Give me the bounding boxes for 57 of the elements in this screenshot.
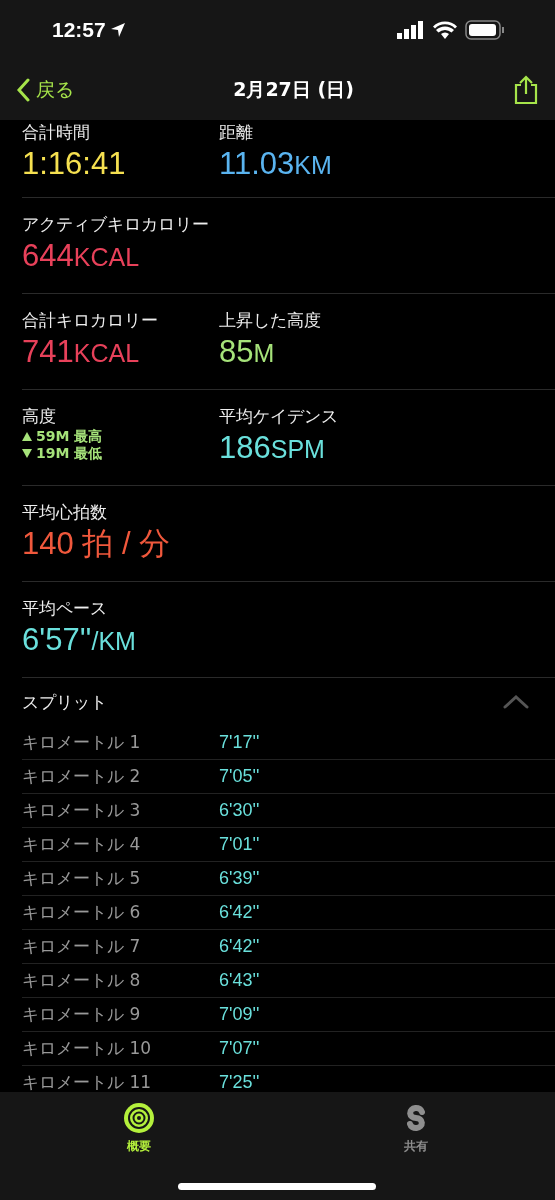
down-triangle-icon — [22, 449, 32, 458]
tab[interactable]: 概要 — [0, 1092, 278, 1162]
max-reading: 59M 最高 — [36, 428, 103, 445]
tab[interactable]: 共有 — [277, 1092, 555, 1162]
back-button[interactable]: 戻る — [16, 77, 74, 103]
split-label: キロメートル 11 — [22, 1071, 153, 1092]
split-pace: 7'07'' — [219, 1038, 260, 1059]
location-arrow-icon — [109, 22, 126, 38]
wifi-icon — [433, 21, 457, 39]
split-pace: 7'05'' — [219, 766, 260, 787]
split-pace: 6'42'' — [219, 936, 260, 957]
metric-value: 140 拍 / 分 — [22, 525, 172, 563]
up-triangle-icon — [22, 432, 32, 441]
metric-value: 85M — [219, 333, 276, 371]
battery-icon — [465, 20, 505, 40]
chevron-left-icon — [16, 78, 30, 102]
split-pace: 7'25'' — [219, 1072, 260, 1092]
chevron-up-icon[interactable] — [503, 695, 529, 709]
split-pace: 6'39'' — [219, 868, 260, 889]
section-title: スプリット — [22, 691, 107, 714]
metric-value: 1:16:41 — [22, 145, 127, 183]
share-icon[interactable] — [513, 75, 539, 105]
metric-label: 合計時間 — [22, 121, 91, 144]
metric-label: 高度 — [22, 405, 57, 428]
signal-icon — [397, 21, 425, 39]
split-pace: 6'42'' — [219, 902, 260, 923]
split-pace: 6'43'' — [219, 970, 260, 991]
split-label: キロメートル 1 — [22, 731, 142, 754]
metric-value: 6'57''/KM — [22, 621, 137, 659]
rings-icon — [122, 1102, 155, 1134]
metric-value: 11.03KM — [219, 145, 333, 183]
split-pace: 6'30'' — [219, 800, 260, 821]
split-label: キロメートル 3 — [22, 799, 142, 822]
split-pace: 7'09'' — [219, 1004, 260, 1025]
metric-label: 平均ペース — [22, 597, 108, 620]
metric-label: 合計キロカロリー — [22, 309, 159, 332]
metric-value: 741KCAL — [22, 333, 141, 371]
split-label: キロメートル 2 — [22, 765, 142, 788]
split-label: キロメートル 8 — [22, 969, 142, 992]
metric-label: 平均ケイデンス — [219, 405, 339, 428]
split-label: キロメートル 4 — [22, 833, 142, 856]
metric-value: 644KCAL — [22, 237, 141, 275]
metric-label: アクティブキロカロリー — [22, 213, 210, 236]
split-pace: 7'17'' — [219, 732, 260, 753]
metric-label: 距離 — [219, 121, 254, 144]
min-reading: 19M 最低 — [36, 445, 103, 462]
split-label: キロメートル 6 — [22, 901, 142, 924]
split-pace: 7'01'' — [219, 834, 260, 855]
status-time: 12:57 — [52, 18, 106, 42]
split-label: キロメートル 10 — [22, 1037, 153, 1060]
nav-title: 2月27日 (日) — [233, 77, 354, 102]
split-label: キロメートル 9 — [22, 1003, 142, 1026]
split-label: キロメートル 5 — [22, 867, 142, 890]
metric-value: 186SPM — [219, 429, 326, 467]
split-label: キロメートル 7 — [22, 935, 142, 958]
metric-label: 平均心拍数 — [22, 501, 108, 524]
metric-label: 上昇した高度 — [219, 309, 322, 332]
